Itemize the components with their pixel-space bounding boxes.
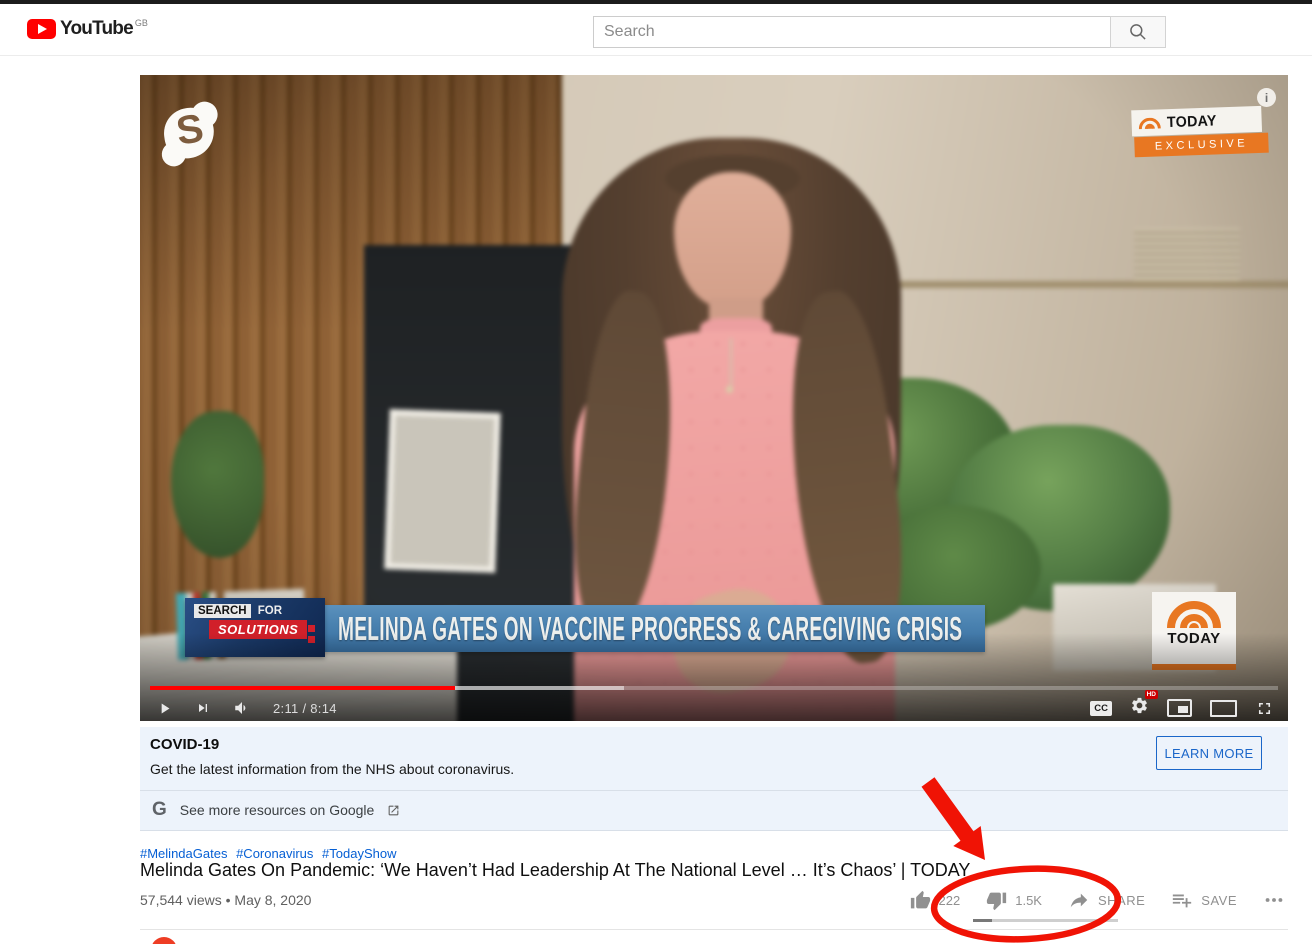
channel-avatar[interactable] [151, 937, 177, 944]
share-label: SHARE [1097, 892, 1146, 908]
youtube-watch-page: YouTube GB Search S i TODAY EXCLUSIVE SE… [0, 0, 1312, 944]
progress-bar[interactable] [150, 686, 1278, 690]
publish-date: May 8, 2020 [234, 892, 312, 908]
video-title: Melinda Gates On Pandemic: ‘We Haven’t H… [140, 860, 971, 880]
solutions-word-for: FOR [257, 605, 283, 617]
google-g-icon: G [152, 799, 167, 820]
share-button[interactable]: SHARE [1068, 889, 1145, 911]
player-controls-right: CC HD [1090, 690, 1274, 721]
search-button[interactable] [1110, 16, 1166, 48]
miniplayer-button[interactable] [1167, 699, 1192, 717]
thumbs-down-icon [987, 892, 1007, 910]
time-display: 2:11 / 8:14 [273, 700, 337, 716]
learn-more-button[interactable]: LEARN MORE [1156, 736, 1262, 770]
share-icon [1070, 893, 1088, 908]
google-resources-text: See more resources on Google [179, 802, 375, 818]
more-actions-button[interactable] [1263, 889, 1285, 911]
fullscreen-icon [1258, 702, 1271, 714]
header-bar: YouTube GB [0, 4, 1312, 56]
hashtag-link[interactable]: #Coronavirus [236, 846, 313, 861]
volume-button[interactable] [233, 699, 251, 717]
theater-mode-button[interactable] [1210, 699, 1237, 717]
info-letter: i [1264, 90, 1269, 105]
video-player-surface[interactable]: S i TODAY EXCLUSIVE SEARCH FOR SOLUTIONS [140, 75, 1288, 721]
youtube-logo[interactable]: YouTube GB [27, 17, 148, 41]
settings-button[interactable]: HD [1130, 690, 1158, 720]
thumbs-up-icon [910, 890, 930, 908]
save-playlist-icon [1173, 894, 1192, 908]
section-divider [140, 929, 1288, 930]
like-button[interactable]: 222 [910, 890, 961, 911]
external-link-icon [388, 805, 399, 815]
hd-quality-badge: HD [1144, 690, 1158, 699]
solutions-logo-row1: SEARCH FOR [194, 604, 325, 618]
today-exclusive-badge: TODAY EXCLUSIVE [1131, 105, 1269, 158]
volume-icon [235, 702, 246, 714]
dislike-count: 1.5K [1015, 892, 1042, 908]
progress-played [150, 686, 455, 690]
solutions-logo-decoration [308, 625, 315, 632]
save-label: SAVE [1201, 892, 1237, 908]
covid-panel-divider [140, 790, 1288, 791]
dislike-button[interactable]: 1.5K [986, 890, 1042, 911]
save-button[interactable]: SAVE [1171, 889, 1237, 911]
view-count: 57,544 views [140, 892, 222, 908]
player-controls-left: 2:11 / 8:14 [156, 693, 337, 721]
hashtag-link[interactable]: #TodayShow [322, 846, 396, 861]
hashtag-link[interactable]: #MelindaGates [140, 846, 227, 861]
solutions-word-search: SEARCH [194, 604, 251, 618]
covid-panel-title: COVID-19 [150, 736, 220, 753]
skype-s-letter: S [173, 106, 207, 154]
covid-panel-body: Get the latest information from the NHS … [150, 761, 515, 777]
views-and-date: 57,544 views • May 8, 2020 [140, 892, 311, 908]
hashtag-row: #MelindaGates #Coronavirus #TodayShow [140, 846, 401, 861]
fullscreen-button[interactable] [1255, 699, 1274, 718]
next-button[interactable] [195, 700, 211, 716]
like-ratio-fill [973, 919, 992, 922]
google-resources-link[interactable]: G See more resources on Google [152, 799, 400, 821]
play-icon [161, 703, 170, 713]
video-info-icon[interactable]: i [1257, 88, 1276, 107]
youtube-wordmark: YouTube [60, 18, 134, 39]
exclusive-badge-top: TODAY [1131, 105, 1263, 137]
like-dislike-ratio-bar[interactable] [973, 919, 1118, 922]
youtube-play-icon [27, 19, 56, 39]
covid-info-panel: COVID-19 Get the latest information from… [140, 727, 1288, 831]
search-icon [1130, 24, 1146, 40]
exclusive-brand: TODAY [1166, 111, 1217, 131]
action-bar: 222 1.5K SHARE SAVE [910, 889, 1285, 911]
today-sunrise-icon [1138, 116, 1161, 129]
dot-separator: • [225, 892, 231, 908]
region-label: GB [134, 18, 148, 28]
today-sunrise-icon [1167, 601, 1221, 628]
next-icon [199, 704, 207, 712]
play-button[interactable] [156, 700, 173, 717]
like-count: 222 [938, 892, 961, 908]
captions-button[interactable]: CC [1090, 700, 1112, 716]
more-dots-icon [1265, 898, 1283, 902]
search-input[interactable] [593, 16, 1110, 48]
skype-watermark: S [158, 102, 222, 168]
